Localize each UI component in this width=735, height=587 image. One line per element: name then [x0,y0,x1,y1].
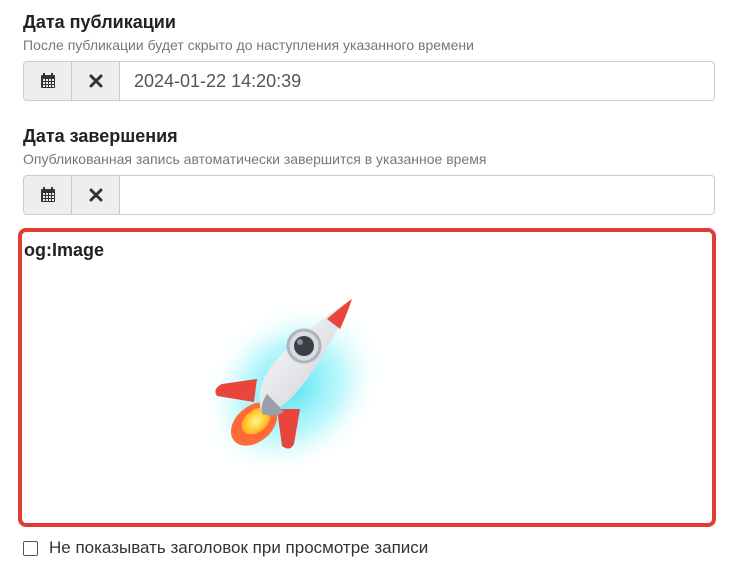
close-icon [89,74,102,88]
og-image-panel[interactable]: og:Image [18,228,716,527]
publish-calendar-button[interactable] [24,62,72,100]
close-icon [89,188,102,202]
calendar-icon [40,187,55,202]
finish-date-help: Опубликованная запись автоматически заве… [23,151,487,167]
publish-date-help: После публикации будет скрыто до наступл… [23,37,474,53]
finish-date-label: Дата завершения [23,126,178,146]
finish-calendar-button[interactable] [24,176,72,214]
publish-date-group [23,61,715,101]
finish-date-input[interactable] [120,176,714,214]
publish-date-input[interactable] [120,62,714,100]
hide-title-checkbox[interactable] [23,540,38,556]
og-image-label: og:Image [24,240,105,260]
hide-title-row[interactable]: Не показывать заголовок при просмотре за… [23,538,428,558]
rocket-image [199,299,385,478]
calendar-icon [40,73,55,88]
finish-clear-button[interactable] [72,176,120,214]
publish-date-label: Дата публикации [23,12,176,32]
publish-clear-button[interactable] [72,62,120,100]
hide-title-label: Не показывать заголовок при просмотре за… [49,538,429,557]
finish-date-group [23,175,715,215]
